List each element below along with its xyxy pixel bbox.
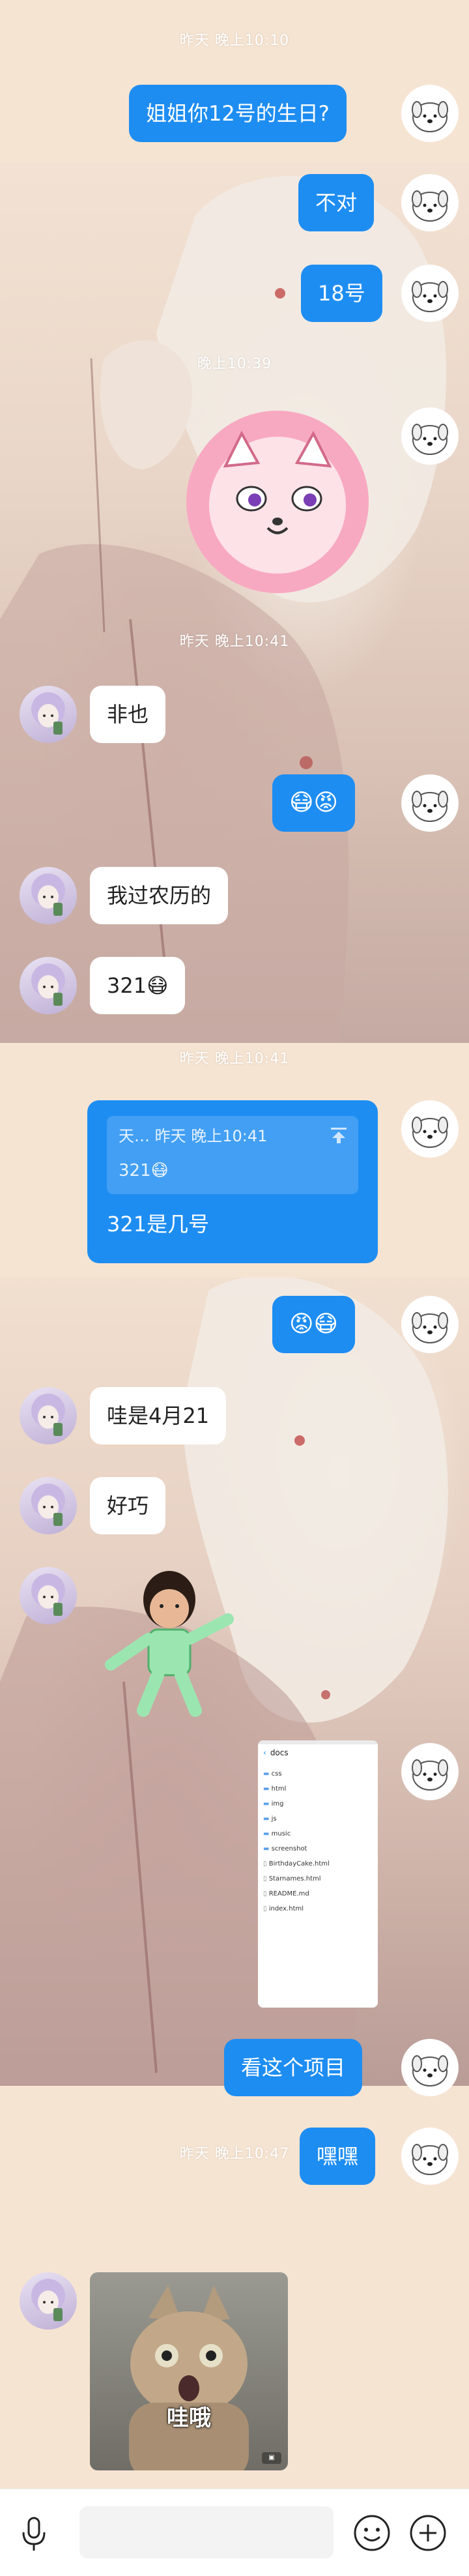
smiley-icon[interactable] [352, 2513, 392, 2553]
dog-avatar-icon [412, 190, 448, 222]
my-avatar[interactable] [401, 407, 459, 465]
file-list: ▬ css ▬ html ▬ img ▬ js ▬ music ▬ screen… [258, 1761, 378, 1922]
my-avatar[interactable] [401, 1743, 459, 1800]
quoted-message[interactable]: 天… 昨天 晚上10:41 321😷 [107, 1116, 358, 1194]
friend-avatar[interactable] [20, 686, 77, 743]
file-item: ▬ img [263, 1800, 284, 1808]
quoted-body: 321😷 [119, 1161, 169, 1180]
message-bubble[interactable]: 好巧 [90, 1477, 166, 1534]
file-item: ▯ README.md [263, 1890, 309, 1897]
friend-avatar[interactable] [20, 2272, 77, 2330]
file-browser-header: ‹ docs [258, 1744, 378, 1761]
dancing-kid-sticker[interactable] [98, 1567, 241, 1717]
message-bubble[interactable]: 😡😷 [272, 1296, 356, 1353]
message-bubble[interactable]: 不对 [298, 174, 375, 231]
dog-avatar-icon [412, 281, 448, 312]
surprised-cat-icon [129, 2285, 249, 2470]
dog-avatar-icon [412, 2055, 448, 2086]
my-avatar[interactable] [401, 1296, 459, 1353]
plus-circle-icon[interactable] [408, 2513, 448, 2553]
message-bubble[interactable]: 321😷 [90, 957, 186, 1014]
file-item: ▯ Starnames.html [263, 1875, 321, 1882]
dog-avatar-icon [412, 2144, 448, 2175]
file-icon: ▯ [263, 1905, 267, 1912]
dog-avatar-icon [412, 1312, 448, 1343]
my-avatar[interactable] [401, 2039, 459, 2096]
file-item: ▬ js [263, 1815, 277, 1822]
message-bubble[interactable]: 我过农历的 [90, 867, 229, 924]
anime-girl-avatar-icon [31, 1394, 65, 1436]
file-browser-screenshot-image[interactable]: ‹ docs ▬ css ▬ html ▬ img ▬ js ▬ music ▬… [258, 1740, 378, 2008]
message-bubble[interactable]: 😷😡 [272, 774, 356, 832]
chat-input-bar [0, 2489, 469, 2576]
folder-icon: ▬ [263, 1815, 270, 1822]
anime-girl-avatar-icon [31, 873, 65, 916]
file-item: ▯ BirthdayCake.html [263, 1860, 330, 1867]
dog-avatar-icon [412, 791, 448, 822]
my-avatar[interactable] [401, 85, 459, 142]
folder-icon: ▬ [263, 1785, 270, 1793]
dancing-kid-icon [105, 1571, 234, 1717]
anime-girl-avatar-icon [31, 692, 65, 735]
message-bubble[interactable]: 嘿嘿 [300, 2128, 376, 2185]
folder-icon: ▬ [263, 1830, 270, 1837]
message-input[interactable] [79, 2506, 334, 2558]
file-item: ▬ screenshot [263, 1845, 307, 1852]
my-avatar[interactable] [401, 2128, 459, 2185]
timestamp: 昨天 晚上10:41 [179, 634, 290, 650]
folder-title: docs [270, 1748, 289, 1757]
dog-avatar-icon [412, 101, 448, 132]
folder-icon: ▬ [263, 1800, 270, 1808]
file-item: ▬ music [263, 1830, 291, 1837]
friend-avatar[interactable] [20, 1567, 77, 1624]
folder-icon: ▬ [263, 1845, 270, 1852]
message-bubble[interactable]: 18号 [301, 265, 382, 322]
my-avatar[interactable] [401, 265, 459, 322]
my-avatar[interactable] [401, 774, 459, 832]
microphone-icon[interactable] [18, 2515, 50, 2552]
message-bubble[interactable]: 哇是4月21 [90, 1387, 227, 1444]
anime-girl-avatar-icon [31, 963, 65, 1006]
shiba-sticker[interactable] [180, 407, 375, 596]
friend-avatar[interactable] [20, 1387, 77, 1444]
anime-girl-avatar-icon [31, 2279, 65, 2321]
my-avatar[interactable] [401, 174, 459, 231]
timestamp: 昨天 晚上10:41 [179, 1051, 290, 1067]
timestamp: 昨天 晚上10:47 [179, 2146, 290, 2162]
back-icon: ‹ [263, 1748, 266, 1757]
message-bubble[interactable]: 看这个项目 [224, 2039, 363, 2096]
message-bubble[interactable]: 姐姐你12号的生日? [129, 85, 347, 142]
friend-avatar[interactable] [20, 1477, 77, 1534]
reply-message-bubble[interactable]: 天… 昨天 晚上10:41 321😷 321是几号 [87, 1100, 378, 1263]
quoted-header: 天… 昨天 晚上10:41 [119, 1127, 268, 1145]
jump-to-quote-icon[interactable] [328, 1125, 349, 1146]
timestamp: 昨天 晚上10:10 [179, 33, 290, 49]
friend-avatar[interactable] [20, 957, 77, 1014]
meme-caption: 哇哦 [167, 2405, 211, 2431]
my-avatar[interactable] [401, 1100, 459, 1158]
file-icon: ▯ [263, 1860, 267, 1867]
dog-avatar-icon [412, 1117, 448, 1148]
file-item: ▯ index.html [263, 1905, 304, 1912]
dog-avatar-icon [412, 424, 448, 455]
file-icon: ▯ [263, 1875, 267, 1882]
reply-text: 321是几号 [107, 1212, 210, 1237]
cat-meme-image[interactable]: 哇哦 ▣ [90, 2272, 288, 2470]
anime-girl-avatar-icon [31, 1484, 65, 1526]
friend-avatar[interactable] [20, 867, 77, 924]
file-icon: ▯ [263, 1890, 267, 1897]
folder-icon: ▬ [263, 1770, 270, 1778]
dog-avatar-icon [412, 1759, 448, 1791]
timestamp: 晚上10:39 [197, 356, 272, 372]
gif-badge: ▣ [262, 2452, 281, 2464]
anime-girl-avatar-icon [31, 1573, 65, 1616]
shiba-face-icon [186, 411, 369, 593]
message-bubble[interactable]: 非也 [90, 686, 166, 743]
file-item: ▬ css [263, 1770, 282, 1778]
file-item: ▬ html [263, 1785, 287, 1793]
